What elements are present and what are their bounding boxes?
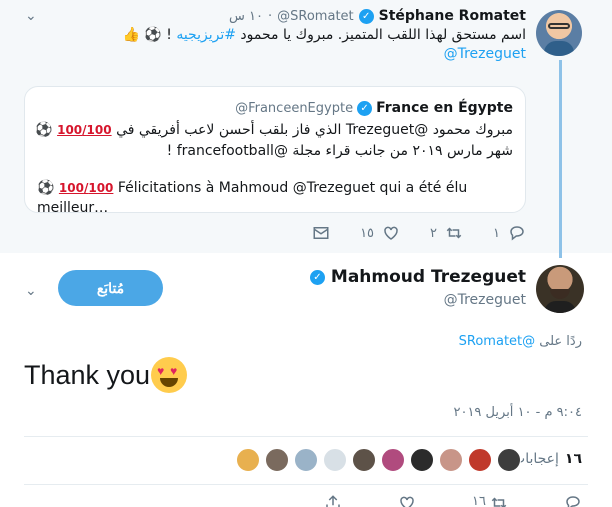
tweet-actions: ١٦ [324, 494, 582, 507]
hundred-points-icon: 100 [86, 123, 112, 137]
avatar[interactable] [536, 10, 582, 56]
mention-link[interactable]: @Trezeguet [444, 46, 526, 62]
user-name[interactable]: Stéphane Romatet [379, 8, 526, 24]
quoted-tweet[interactable]: @FranceenEgypte ✓ France en Égypte مبروك… [24, 86, 526, 216]
liker-avatar[interactable] [410, 448, 434, 472]
replying-to: ردًا على @SRomatet [458, 334, 582, 349]
tweet-text: Thank you ♥ ♥ [24, 357, 188, 393]
heart-icon [400, 496, 414, 507]
retweet-button[interactable]: ١٦ [472, 494, 508, 507]
quote-line-1: مبروك محمود @Trezeguet الذي فاز بلقب أحس… [35, 122, 513, 138]
liker-avatar[interactable] [468, 448, 492, 472]
tweet-text-main: اسم مستحق لهذا اللقب المتميز. مبروك يا م… [240, 27, 526, 43]
liker-avatar[interactable] [236, 448, 260, 472]
retweet-count: ٢ [430, 225, 438, 241]
quote-handle: @FranceenEgypte [235, 100, 354, 116]
hundred-points-icon: 100 [88, 181, 114, 195]
quote-line-3: ⚽ 100/100 Félicitations à Mahmoud @Treze… [37, 180, 468, 216]
share-icon [326, 495, 340, 507]
message-button[interactable] [312, 224, 330, 242]
tweet-text-content: Thank you [24, 359, 151, 390]
hashtag-link[interactable]: #تريزيجيه [176, 27, 236, 43]
liker-avatar[interactable] [439, 448, 463, 472]
heart-eyes-emoji-icon: ♥ ♥ [151, 357, 188, 393]
reply-count: ١ [493, 225, 500, 241]
tweet-time[interactable]: ١٠ س [229, 9, 263, 24]
like-button[interactable]: ١٥ [360, 224, 400, 242]
reply-icon [508, 224, 526, 242]
reply-icon [566, 496, 580, 507]
retweet-button[interactable]: ٢ [430, 224, 463, 242]
verified-icon: ✓ [357, 100, 373, 116]
soccer-ball-icon: ⚽ [37, 180, 55, 196]
tweet-author: ✓ Mahmoud Trezeguet [309, 267, 526, 287]
following-button[interactable]: مُتابَع [58, 270, 163, 306]
likes-summary[interactable]: ١٦ إعجابات [512, 451, 582, 467]
heart-icon [382, 224, 400, 242]
verified-icon: ✓ [358, 8, 374, 24]
soccer-ball-icon: ⚽ [144, 27, 162, 43]
tweet-timestamp: ٩:٠٤ م - ١٠ أبريل ٢٠١٩ [453, 405, 582, 420]
user-handle[interactable]: @Trezeguet [444, 292, 526, 308]
tweet-actions: ١ ٢ ١٥ [312, 224, 526, 242]
liker-avatar[interactable] [497, 448, 521, 472]
user-handle[interactable]: @SRomatet [277, 9, 353, 24]
reply-to-link[interactable]: @SRomatet [459, 334, 535, 349]
parent-tweet[interactable]: ١٠ س · @SRomatet ✓ Stéphane Romatet ⌄ اس… [0, 0, 612, 258]
divider [24, 436, 588, 437]
soccer-ball-icon: ⚽ [35, 122, 53, 138]
hundred-points-icon: 100 [57, 123, 83, 137]
chevron-down-icon[interactable]: ⌄ [25, 283, 37, 299]
avatar[interactable] [536, 265, 584, 313]
like-count: ١٥ [360, 225, 375, 241]
reply-button[interactable] [564, 494, 582, 507]
liker-avatar[interactable] [352, 448, 376, 472]
tweet-header: ١٠ س · @SRomatet ✓ Stéphane Romatet [229, 8, 526, 24]
retweet-icon [445, 224, 463, 242]
liker-avatar[interactable] [294, 448, 318, 472]
verified-icon: ✓ [309, 269, 325, 285]
retweet-icon [491, 497, 507, 507]
divider [24, 484, 588, 485]
hundred-points-icon: 100 [58, 181, 84, 195]
chevron-down-icon[interactable]: ⌄ [25, 8, 37, 24]
share-button[interactable] [324, 494, 342, 507]
tweet-text: اسم مستحق لهذا اللقب المتميز. مبروك يا م… [122, 27, 526, 43]
envelope-icon [312, 224, 330, 242]
liker-avatar[interactable] [265, 448, 289, 472]
quote-name: France en Égypte [376, 100, 513, 116]
likers-avatars [236, 448, 521, 472]
thread-connector [559, 60, 562, 258]
quote-line-2: شهر مارس ٢٠١٩ من جانب قراء مجلة @francef… [166, 143, 513, 159]
retweet-count: ١٦ [472, 494, 486, 507]
thumbs-up-icon: 👍 [122, 27, 140, 43]
liker-avatar[interactable] [381, 448, 405, 472]
likes-count: ١٦ [564, 451, 582, 467]
liker-avatar[interactable] [323, 448, 347, 472]
like-button[interactable] [398, 494, 416, 507]
quote-header: @FranceenEgypte ✓ France en Égypte [235, 100, 513, 116]
user-name[interactable]: Mahmoud Trezeguet [331, 267, 526, 287]
reply-button[interactable]: ١ [493, 224, 526, 242]
